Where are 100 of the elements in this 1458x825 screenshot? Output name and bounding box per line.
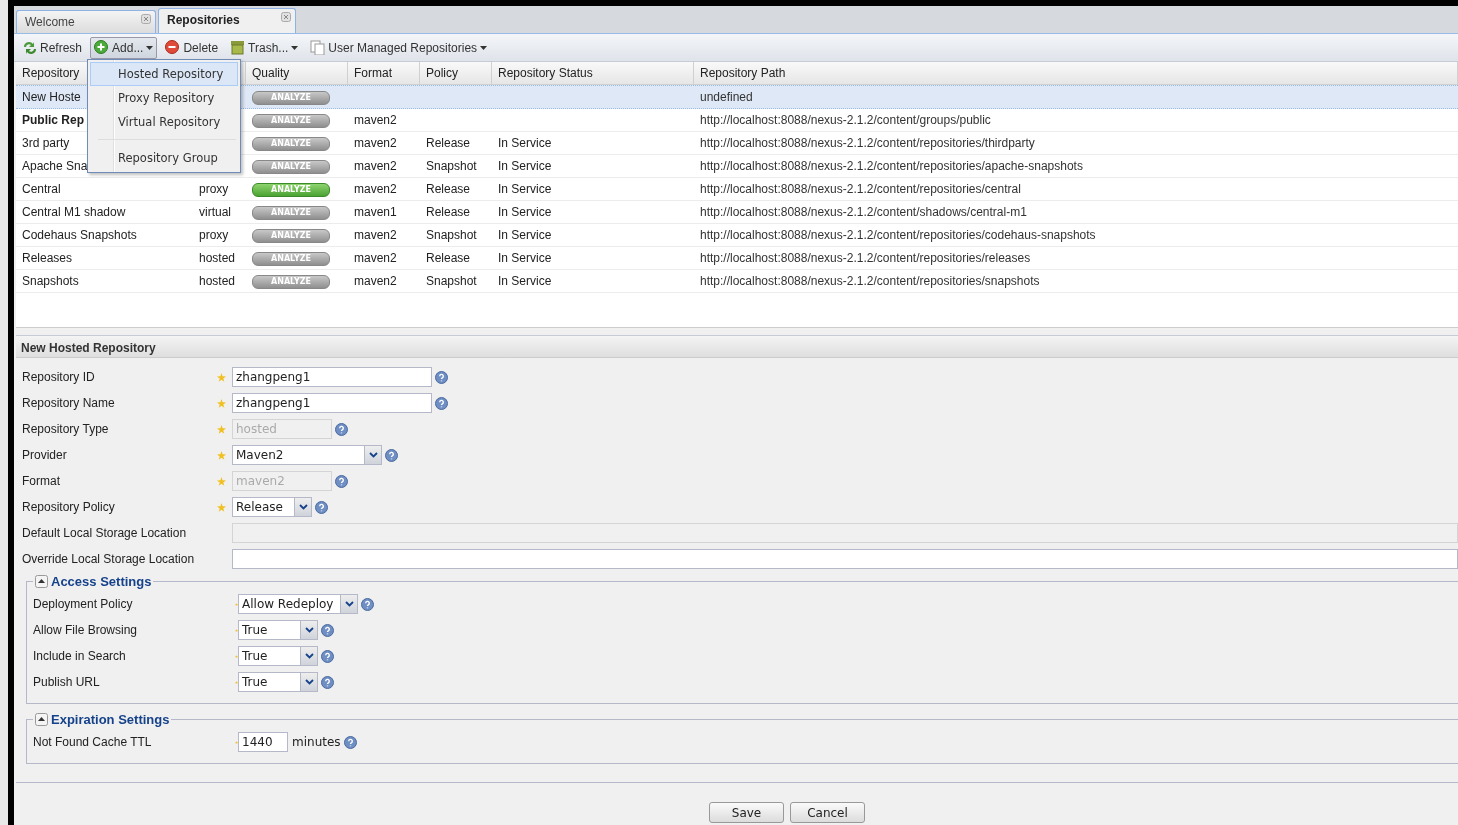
chevron-down-icon — [304, 679, 314, 685]
column-header[interactable]: Repository — [22, 66, 80, 80]
table-cell: In Service — [498, 159, 552, 173]
table-cell: In Service — [498, 251, 552, 265]
unit-label: minutes — [291, 735, 341, 749]
field-label: Default Local Storage Location — [22, 526, 188, 540]
input-field[interactable]: 1440 — [238, 732, 288, 752]
menu-item[interactable]: Virtual Repository — [90, 110, 238, 134]
table-cell: Central M1 shadow — [22, 205, 126, 219]
toolbar-button[interactable]: User Managed Repositories — [306, 36, 492, 59]
input-field[interactable]: zhangpeng1 — [232, 367, 432, 387]
pages-icon — [310, 40, 326, 55]
table-cell: maven2 — [354, 228, 397, 242]
table-cell: Release — [426, 251, 471, 265]
table-cell: In Service — [498, 136, 552, 150]
close-icon — [281, 12, 291, 22]
table-cell: Public Rep — [22, 113, 84, 127]
table-cell: proxy — [199, 228, 229, 242]
bin-icon — [230, 40, 246, 55]
column-header[interactable]: Format — [354, 66, 392, 80]
dropdown-field[interactable]: Allow Redeploy — [238, 594, 358, 614]
toolbar-button[interactable]: Trash... — [226, 36, 303, 59]
menu-item[interactable]: Repository Group — [90, 146, 238, 170]
table-cell: Snapshot — [426, 228, 477, 242]
toolbar-button[interactable]: Add... — [90, 36, 158, 59]
table-cell: maven2 — [354, 136, 397, 150]
section-title: Expiration Settings — [51, 712, 170, 727]
table-cell: Snapshot — [426, 159, 477, 173]
table-cell: undefined — [700, 90, 753, 104]
table-cell: http://localhost:8088/nexus-2.1.2/content/shadows/central-m1 — [700, 205, 1027, 219]
form-button[interactable]: Save — [709, 802, 784, 823]
menu-item[interactable]: Hosted Repository — [90, 62, 238, 86]
table-cell: http://localhost:8088/nexus-2.1.2/content/repositories/snapshots — [700, 274, 1040, 288]
input-field[interactable]: zhangpeng1 — [232, 393, 432, 413]
chevron-down-icon — [344, 601, 354, 607]
table-cell: hosted — [199, 251, 236, 265]
field-label: Publish URL — [33, 675, 101, 689]
table-cell: Central — [22, 182, 61, 196]
chevron-down-icon — [304, 627, 314, 633]
table-cell: Release — [426, 182, 471, 196]
field-label: Repository ID — [22, 370, 96, 384]
toolbar-button[interactable]: Delete — [161, 36, 223, 59]
table-cell: In Service — [498, 182, 552, 196]
table-cell: Snapshot — [426, 274, 477, 288]
dropdown-field[interactable]: True — [238, 620, 318, 640]
field-label: Allow File Browsing — [33, 623, 139, 637]
dropdown-field[interactable]: Release — [232, 497, 312, 517]
table-cell: 3rd party — [22, 136, 70, 150]
input-field[interactable] — [232, 549, 1458, 569]
refresh-icon — [22, 40, 37, 55]
table-cell: virtual — [199, 205, 231, 219]
form-button[interactable]: Cancel — [790, 802, 865, 823]
table-cell: Codehaus Snapshots — [22, 228, 137, 242]
table-cell: http://localhost:8088/nexus-2.1.2/content/repositories/releases — [700, 251, 1031, 265]
table-cell: New Hoste — [22, 90, 81, 104]
table-cell: http://localhost:8088/nexus-2.1.2/content/repositories/central — [700, 182, 1021, 196]
table-cell: Releases — [22, 251, 73, 265]
table-cell: maven2 — [354, 274, 397, 288]
table-cell: maven1 — [354, 205, 397, 219]
table-cell: maven2 — [354, 113, 397, 127]
dropdown-field[interactable]: Maven2 — [232, 445, 382, 465]
field-label: Format — [22, 474, 61, 488]
table-cell: maven2 — [354, 251, 397, 265]
table-cell: proxy — [199, 182, 229, 196]
panel-title: New Hosted Repository — [16, 336, 1458, 358]
table-cell: maven2 — [354, 159, 397, 173]
plus-icon — [94, 40, 110, 55]
dropdown-field[interactable]: True — [238, 672, 318, 692]
column-header[interactable]: Repository Status — [498, 66, 593, 80]
chevron-down-icon — [304, 653, 314, 659]
table-cell: http://localhost:8088/nexus-2.1.2/content/groups/public — [700, 113, 991, 127]
field-label: Override Local Storage Location — [22, 552, 196, 566]
table-cell: http://localhost:8088/nexus-2.1.2/content/repositories/thirdparty — [700, 136, 1035, 150]
table-cell: http://localhost:8088/nexus-2.1.2/content/repositories/apache-snapshots — [700, 159, 1083, 173]
chevron-down-icon — [368, 452, 378, 458]
field-label: Repository Name — [22, 396, 116, 410]
field-label: Deployment Policy — [33, 597, 134, 611]
minus-icon — [165, 40, 181, 55]
tab[interactable]: Welcome — [16, 10, 156, 33]
table-cell: Release — [426, 136, 471, 150]
toolbar-button[interactable]: Refresh — [18, 36, 87, 59]
close-icon — [141, 14, 151, 24]
table-cell: In Service — [498, 205, 552, 219]
column-header[interactable]: Quality — [252, 66, 290, 80]
tab[interactable]: Repositories — [158, 8, 296, 33]
field-label: Provider — [22, 448, 68, 462]
chevron-down-icon — [298, 504, 308, 510]
table-cell: Apache Sna — [22, 159, 88, 173]
table-cell: hosted — [199, 274, 236, 288]
menu-item[interactable]: Proxy Repository — [90, 86, 238, 110]
table-cell: In Service — [498, 274, 552, 288]
table-cell: Snapshots — [22, 274, 79, 288]
table-cell: Release — [426, 205, 471, 219]
field-label: Repository Type — [22, 422, 110, 436]
dropdown-field[interactable]: True — [238, 646, 318, 666]
field-label: Include in Search — [33, 649, 127, 663]
table-cell: http://localhost:8088/nexus-2.1.2/content/repositories/codehaus-snapshots — [700, 228, 1096, 242]
field-label: Not Found Cache TTL — [33, 735, 153, 749]
column-header[interactable]: Policy — [426, 66, 458, 80]
column-header[interactable]: Repository Path — [700, 66, 786, 80]
